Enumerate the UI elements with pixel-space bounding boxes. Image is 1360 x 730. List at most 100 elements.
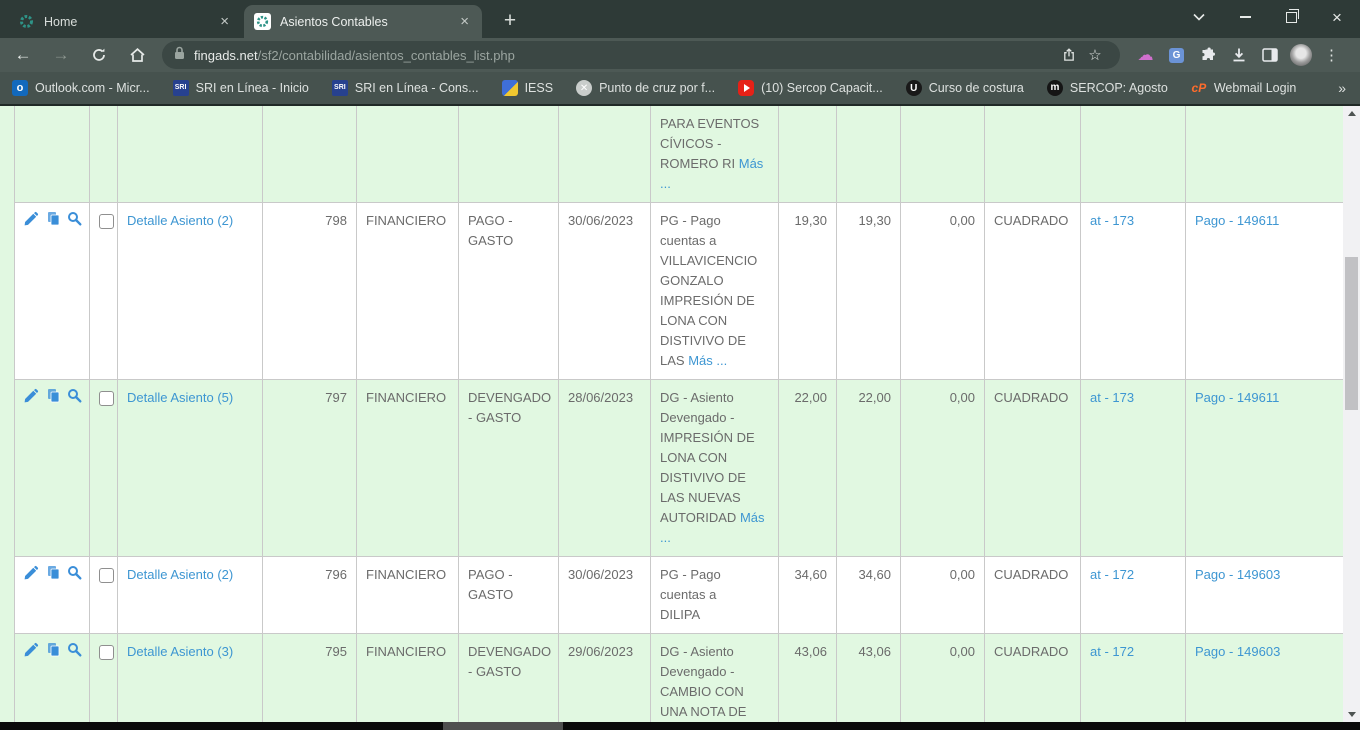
reload-icon[interactable] — [80, 40, 118, 70]
side-panel-icon[interactable] — [1254, 40, 1285, 70]
restore-button[interactable] — [1268, 0, 1314, 34]
tab-close-icon[interactable]: × — [457, 13, 472, 30]
view-icon[interactable] — [67, 211, 82, 232]
edit-icon[interactable] — [24, 211, 39, 232]
at-link[interactable]: at - 173 — [1090, 213, 1134, 228]
cloud-extension-icon[interactable]: ☁ — [1130, 40, 1161, 70]
view-icon[interactable] — [67, 565, 82, 586]
detail-link[interactable]: Detalle Asiento (2) — [127, 213, 233, 228]
tab-title: Asientos Contables — [280, 15, 457, 29]
bookmark-outlook[interactable]: o Outlook.com - Micr... — [12, 80, 150, 96]
download-icon[interactable] — [1223, 40, 1254, 70]
bottom-edge-bar — [0, 722, 1360, 730]
bookmark-sri-inicio[interactable]: SRI SRI en Línea - Inicio — [173, 80, 309, 96]
bookmark-webmail-login[interactable]: cP Webmail Login — [1191, 80, 1296, 96]
bookmark-star-icon[interactable]: ☆ — [1082, 46, 1108, 64]
description-text: PG - Pagocuentas aDILIPA — [660, 565, 769, 622]
bookmarks-overflow-chevron[interactable]: » — [1338, 80, 1346, 96]
translate-icon[interactable]: G — [1161, 40, 1192, 70]
difference-cell: 0,00 — [901, 203, 985, 380]
back-icon[interactable]: ← — [4, 40, 42, 70]
at-link[interactable]: at - 172 — [1090, 567, 1134, 582]
extensions-puzzle-icon[interactable] — [1192, 40, 1223, 70]
share-icon[interactable] — [1056, 48, 1082, 62]
credit-cell: 19,30 — [837, 203, 901, 380]
credit-cell: 22,00 — [837, 380, 901, 557]
at-link[interactable]: at - 173 — [1090, 390, 1134, 405]
row-checkbox[interactable] — [99, 391, 114, 406]
description-text: DG - AsientoDevengado -IMPRESIÓN DELONA … — [660, 388, 769, 525]
difference-cell: 0,00 — [901, 557, 985, 634]
payment-link[interactable]: Pago - 149611 — [1195, 390, 1279, 405]
date-cell: 30/06/2023 — [559, 557, 651, 634]
detail-link[interactable]: Detalle Asiento (3) — [127, 644, 233, 659]
row-actions — [15, 557, 90, 634]
view-icon[interactable] — [67, 642, 82, 663]
udemy-icon: U — [906, 80, 922, 96]
tab-home[interactable]: Home × — [8, 5, 242, 38]
bookmark-punto-de-cruz[interactable]: ✕ Punto de cruz por f... — [576, 80, 715, 96]
youtube-icon — [738, 80, 754, 96]
more-link[interactable]: Más ... — [688, 353, 727, 368]
close-button[interactable]: × — [1314, 0, 1360, 34]
bookmark-curso-costura[interactable]: U Curso de costura — [906, 80, 1024, 96]
detail-link[interactable]: Detalle Asiento (5) — [127, 390, 233, 405]
vertical-scrollbar-thumb[interactable] — [1345, 257, 1358, 410]
row-actions — [15, 380, 90, 557]
cross-stitch-icon: ✕ — [576, 80, 592, 96]
vertical-scrollbar[interactable] — [1343, 106, 1360, 730]
row-checkbox[interactable] — [99, 214, 114, 229]
window-controls: × — [1176, 0, 1360, 34]
description-cell: DG - AsientoDevengado -IMPRESIÓN DELONA … — [651, 380, 779, 557]
bookmark-sri-consultas[interactable]: SRI SRI en Línea - Cons... — [332, 80, 479, 96]
edit-icon[interactable] — [24, 388, 39, 409]
description-cell: PG - Pagocuentas aDILIPA — [651, 557, 779, 634]
scroll-down-icon[interactable] — [1343, 707, 1360, 722]
table-row: Detalle Asiento (5) 797 FINANCIERO DEVEN… — [15, 380, 1345, 557]
copy-icon[interactable] — [46, 642, 61, 663]
status-cell: CUADRADO — [985, 203, 1081, 380]
tab-asientos-contables[interactable]: Asientos Contables × — [244, 5, 482, 38]
lock-icon — [174, 46, 185, 65]
tab-close-icon[interactable]: × — [217, 13, 232, 30]
new-tab-button[interactable]: + — [496, 8, 524, 36]
copy-icon[interactable] — [46, 565, 61, 586]
horizontal-scrollbar-thumb[interactable] — [443, 722, 563, 730]
sri-icon: SRI — [332, 80, 348, 96]
address-bar[interactable]: fingads.net/sf2/contabilidad/asientos_co… — [162, 41, 1120, 69]
payment-link[interactable]: Pago - 149611 — [1195, 213, 1279, 228]
status-cell: CUADRADO — [985, 557, 1081, 634]
type-cell: DEVENGADO - GASTO — [459, 380, 559, 557]
minimize-button[interactable] — [1222, 0, 1268, 34]
module-cell: FINANCIERO — [357, 557, 459, 634]
view-icon[interactable] — [67, 388, 82, 409]
sri-icon: SRI — [173, 80, 189, 96]
edit-icon[interactable] — [24, 565, 39, 586]
row-checkbox[interactable] — [99, 568, 114, 583]
home-icon[interactable] — [118, 40, 156, 70]
type-cell: PAGO - GASTO — [459, 203, 559, 380]
copy-icon[interactable] — [46, 211, 61, 232]
profile-avatar[interactable] — [1285, 40, 1316, 70]
description-cell: PG - Pagocuentas aVILLAVICENCIOGONZALOIM… — [651, 203, 779, 380]
debit-cell: 19,30 — [779, 203, 837, 380]
payment-link[interactable]: Pago - 149603 — [1195, 567, 1280, 582]
at-link[interactable]: at - 172 — [1090, 644, 1134, 659]
bookmark-sercop-youtube[interactable]: (10) Sercop Capacit... — [738, 80, 883, 96]
date-cell: 29/06/2023 — [559, 634, 651, 730]
edit-icon[interactable] — [24, 642, 39, 663]
detail-link[interactable]: Detalle Asiento (2) — [127, 567, 233, 582]
bookmark-sercop-agosto[interactable]: m SERCOP: Agosto — [1047, 80, 1168, 96]
forward-icon[interactable]: → — [42, 40, 80, 70]
payment-link[interactable]: Pago - 149603 — [1195, 644, 1280, 659]
bookmark-iess[interactable]: IESS — [502, 80, 554, 96]
entry-number: 796 — [263, 557, 357, 634]
tab-search-chevron-icon[interactable] — [1176, 0, 1222, 34]
scroll-up-icon[interactable] — [1343, 106, 1360, 121]
entry-number: 798 — [263, 203, 357, 380]
extension-icons: ☁ G ⋮ — [1130, 40, 1347, 70]
difference-cell: 0,00 — [901, 634, 985, 730]
row-checkbox[interactable] — [99, 645, 114, 660]
copy-icon[interactable] — [46, 388, 61, 409]
menu-kebab-icon[interactable]: ⋮ — [1316, 40, 1347, 70]
